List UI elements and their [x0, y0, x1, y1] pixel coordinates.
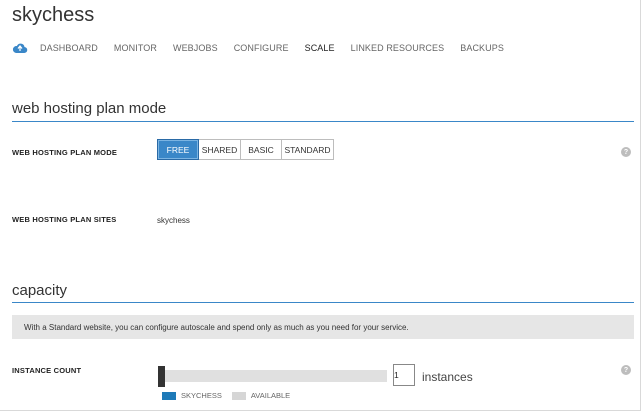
section-divider	[12, 121, 634, 122]
tab-monitor[interactable]: MONITOR	[114, 43, 157, 53]
plan-sites-label: WEB HOSTING PLAN SITES	[12, 215, 117, 224]
plan-mode-label: WEB HOSTING PLAN MODE	[12, 148, 118, 157]
instance-legend: SKYCHESS AVAILABLE	[162, 391, 300, 400]
legend-swatch-skychess	[162, 391, 176, 400]
section-divider	[12, 302, 634, 303]
legend-label-available: AVAILABLE	[250, 391, 291, 400]
plan-sites-value: skychess	[157, 216, 190, 225]
instance-count-input[interactable]	[393, 364, 415, 386]
section-heading-capacity: capacity	[12, 282, 68, 299]
instance-count-label: INSTANCE COUNT	[12, 366, 82, 375]
help-icon[interactable]: ?	[621, 365, 631, 375]
page-title: skychess	[12, 4, 95, 26]
plan-mode-selector: FREE SHARED BASIC STANDARD	[157, 139, 334, 162]
tab-linked-resources[interactable]: LINKED RESOURCES	[351, 43, 445, 53]
tab-backups[interactable]: BACKUPS	[460, 43, 504, 53]
top-nav: DASHBOARD MONITOR WEBJOBS CONFIGURE SCAL…	[12, 40, 520, 56]
plan-mode-standard-button[interactable]: STANDARD	[282, 139, 334, 160]
instance-slider-track[interactable]	[165, 370, 387, 382]
main-frame	[0, 0, 641, 411]
help-icon[interactable]: ?	[621, 147, 631, 157]
info-banner: With a Standard website, you can configu…	[12, 315, 634, 339]
tab-configure[interactable]: CONFIGURE	[234, 43, 289, 53]
instance-unit-label: instances	[422, 370, 473, 384]
plan-mode-basic-button[interactable]: BASIC	[241, 139, 282, 160]
tab-webjobs[interactable]: WEBJOBS	[173, 43, 218, 53]
cloud-icon[interactable]	[12, 42, 28, 54]
tab-scale[interactable]: SCALE	[305, 43, 335, 53]
plan-mode-shared-button[interactable]: SHARED	[199, 139, 241, 160]
section-heading-plan-mode: web hosting plan mode	[12, 100, 167, 117]
tab-dashboard[interactable]: DASHBOARD	[40, 43, 98, 53]
legend-label-skychess: SKYCHESS	[181, 391, 222, 400]
instance-slider-handle[interactable]	[158, 366, 165, 387]
plan-mode-free-button[interactable]: FREE	[157, 139, 199, 160]
legend-swatch-available	[231, 391, 246, 400]
